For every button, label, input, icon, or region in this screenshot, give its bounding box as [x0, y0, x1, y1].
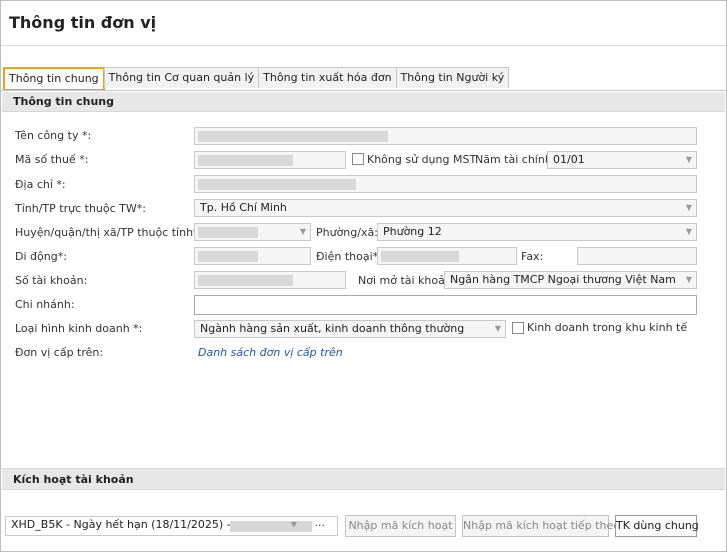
- province-select[interactable]: Tp. Hồ Chí Minh ▼: [194, 199, 697, 217]
- chevron-down-icon: ▼: [685, 155, 692, 164]
- province-label: Tỉnh/TP trực thuộc TW*:: [15, 202, 146, 215]
- phone-field[interactable]: [377, 247, 517, 265]
- branch-field[interactable]: [194, 295, 697, 315]
- address-field[interactable]: [194, 175, 697, 193]
- enter-activation-code-button[interactable]: Nhập mã kích hoạt: [345, 515, 456, 537]
- license-package-value: XHD_B5K - Ngày hết hạn (18/11/2025) -: [11, 518, 231, 531]
- fiscal-year-select[interactable]: 01/01 ▼: [547, 151, 697, 169]
- economic-zone-checkbox[interactable]: [512, 322, 524, 334]
- economic-zone-label: Kinh doanh trong khu kinh tế: [527, 321, 688, 334]
- fax-label: Fax:: [521, 250, 544, 263]
- bank-label: Nơi mở tài khoản:: [358, 274, 456, 287]
- window-title: Thông tin đơn vị: [9, 13, 157, 32]
- fiscal-year-value: 01/01: [553, 153, 585, 166]
- mobile-field[interactable]: [194, 247, 311, 265]
- fax-field[interactable]: [577, 247, 697, 265]
- redacted-value: [230, 521, 312, 532]
- license-package-select[interactable]: XHD_B5K - Ngày hết hạn (18/11/2025) - ▼ …: [5, 516, 338, 536]
- fiscal-year-label: Năm tài chính:: [475, 153, 556, 166]
- mobile-label: Di động*:: [15, 250, 67, 263]
- business-type-value: Ngành hàng sản xuất, kinh doanh thông th…: [200, 322, 465, 335]
- tab-invoice-info[interactable]: Thông tin xuất hóa đơn: [258, 67, 397, 88]
- chevron-down-icon: ▼: [685, 203, 692, 212]
- tab-general-info[interactable]: Thông tin chung: [3, 67, 105, 91]
- phone-label: Điện thoại*:: [316, 250, 382, 263]
- province-value: Tp. Hồ Chí Minh: [200, 201, 287, 214]
- more-options-button[interactable]: ···: [315, 517, 326, 535]
- ward-select[interactable]: Phường 12 ▼: [377, 223, 697, 241]
- tax-code-label: Mã số thuế *:: [15, 153, 89, 166]
- parent-unit-link[interactable]: Danh sách đơn vị cấp trên: [198, 345, 343, 361]
- company-name-label: Tên công ty *:: [15, 129, 92, 142]
- title-divider: [1, 45, 726, 46]
- business-type-label: Loại hình kinh doanh *:: [15, 322, 143, 335]
- address-label: Địa chỉ *:: [15, 178, 66, 191]
- chevron-down-icon: ▼: [299, 227, 306, 236]
- tab-bar: Thông tin chung Thông tin Cơ quan quản l…: [3, 67, 510, 91]
- redacted-value: [381, 251, 459, 262]
- chevron-down-icon: ▼: [685, 227, 692, 236]
- tax-code-field[interactable]: [194, 151, 346, 169]
- redacted-value: [198, 155, 293, 166]
- district-select[interactable]: ▼: [194, 223, 311, 241]
- tab-signer-info[interactable]: Thông tin Người ký: [395, 67, 510, 88]
- enter-next-activation-code-button[interactable]: Nhập mã kích hoạt tiếp theo: [462, 515, 620, 537]
- parent-unit-label: Đơn vị cấp trên:: [15, 346, 104, 359]
- redacted-value: [198, 227, 258, 238]
- branch-label: Chi nhánh:: [15, 298, 75, 311]
- district-label: Huyện/quận/thị xã/TP thuộc tỉnh*:: [15, 226, 203, 239]
- redacted-value: [198, 179, 356, 190]
- bank-value: Ngân hàng TMCP Ngoại thương Việt Nam: [450, 273, 676, 286]
- redacted-value: [198, 275, 293, 286]
- activation-section-header: Kích hoạt tài khoản: [2, 468, 725, 490]
- unit-info-window: Thông tin đơn vị Thông tin chung Thông t…: [0, 0, 727, 552]
- redacted-value: [198, 251, 258, 262]
- ward-label: Phường/xã:: [316, 226, 378, 239]
- business-type-select[interactable]: Ngành hàng sản xuất, kinh doanh thông th…: [194, 320, 506, 338]
- company-name-field[interactable]: [194, 127, 697, 145]
- account-field[interactable]: [194, 271, 346, 289]
- chevron-down-icon: ▼: [494, 324, 501, 333]
- general-section-header: Thông tin chung: [2, 92, 725, 112]
- chevron-down-icon: ▼: [290, 520, 297, 529]
- no-tax-code-checkbox[interactable]: [352, 153, 364, 165]
- account-label: Số tài khoản:: [15, 274, 88, 287]
- bank-select[interactable]: Ngân hàng TMCP Ngoại thương Việt Nam ▼: [444, 271, 697, 289]
- shared-account-button[interactable]: TK dùng chung: [615, 515, 699, 537]
- redacted-value: [198, 131, 388, 142]
- no-tax-code-label: Không sử dụng MST: [367, 153, 477, 166]
- chevron-down-icon: ▼: [685, 275, 692, 284]
- tab-divider: [1, 90, 726, 91]
- ward-value: Phường 12: [383, 225, 442, 238]
- tab-management-agency[interactable]: Thông tin Cơ quan quản lý: [103, 67, 260, 88]
